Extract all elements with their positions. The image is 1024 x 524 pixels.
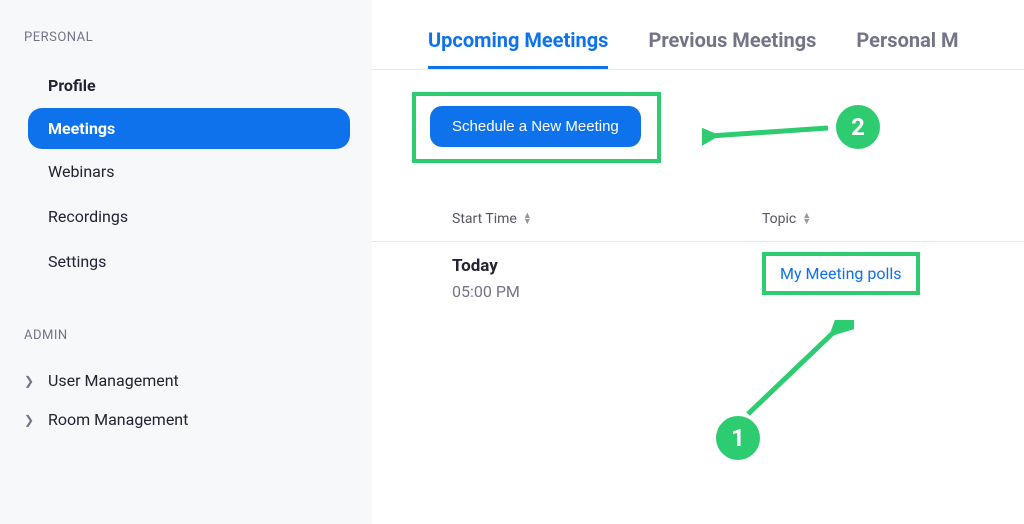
sidebar-item-meetings[interactable]: Meetings <box>28 108 350 149</box>
sidebar-item-webinars[interactable]: Webinars <box>0 149 372 194</box>
sidebar-section-admin: ADMIN <box>0 328 372 343</box>
tab-previous-meetings[interactable]: Previous Meetings <box>648 28 816 69</box>
annotation-highlight-1: My Meeting polls <box>762 252 920 295</box>
tab-upcoming-meetings[interactable]: Upcoming Meetings <box>428 28 608 69</box>
schedule-area: Schedule a New Meeting <box>412 92 1024 163</box>
table-header-row: Start Time ▲▼ Topic ▲▼ <box>372 211 1024 242</box>
sidebar-item-label: Room Management <box>48 410 188 429</box>
sort-icon: ▲▼ <box>523 213 532 226</box>
header-label: Topic <box>762 211 796 227</box>
tab-personal-meeting[interactable]: Personal M <box>856 28 958 69</box>
sidebar-item-recordings[interactable]: Recordings <box>0 194 372 239</box>
annotation-callout-2: 2 <box>836 105 880 149</box>
sidebar-item-profile[interactable]: Profile <box>0 63 372 108</box>
sidebar-item-label: User Management <box>48 371 179 390</box>
meeting-topic-link[interactable]: My Meeting polls <box>780 264 902 283</box>
sidebar-item-user-management[interactable]: ❯ User Management <box>0 361 372 400</box>
sort-icon: ▲▼ <box>802 213 811 226</box>
tabs-bar: Upcoming Meetings Previous Meetings Pers… <box>372 28 1024 70</box>
schedule-new-meeting-button[interactable]: Schedule a New Meeting <box>430 106 641 147</box>
meeting-time: 05:00 PM <box>452 282 762 301</box>
sidebar-item-room-management[interactable]: ❯ Room Management <box>0 400 372 439</box>
annotation-highlight-2: Schedule a New Meeting <box>412 92 661 163</box>
sidebar: PERSONAL Profile Meetings Webinars Recor… <box>0 0 372 524</box>
chevron-right-icon: ❯ <box>24 413 48 427</box>
main-content: Upcoming Meetings Previous Meetings Pers… <box>372 0 1024 524</box>
column-header-start-time[interactable]: Start Time ▲▼ <box>452 211 762 227</box>
header-label: Start Time <box>452 211 517 227</box>
annotation-callout-1: 1 <box>716 416 760 460</box>
table-row: Today 05:00 PM My Meeting polls <box>372 242 1024 301</box>
cell-topic: My Meeting polls <box>762 256 920 301</box>
sidebar-item-settings[interactable]: Settings <box>0 239 372 284</box>
sidebar-section-personal: PERSONAL <box>0 30 372 45</box>
meetings-table: Start Time ▲▼ Topic ▲▼ Today 05:00 PM My… <box>372 211 1024 301</box>
chevron-right-icon: ❯ <box>24 374 48 388</box>
meeting-date: Today <box>452 256 762 276</box>
cell-start-time: Today 05:00 PM <box>452 256 762 301</box>
column-header-topic[interactable]: Topic ▲▼ <box>762 211 811 227</box>
